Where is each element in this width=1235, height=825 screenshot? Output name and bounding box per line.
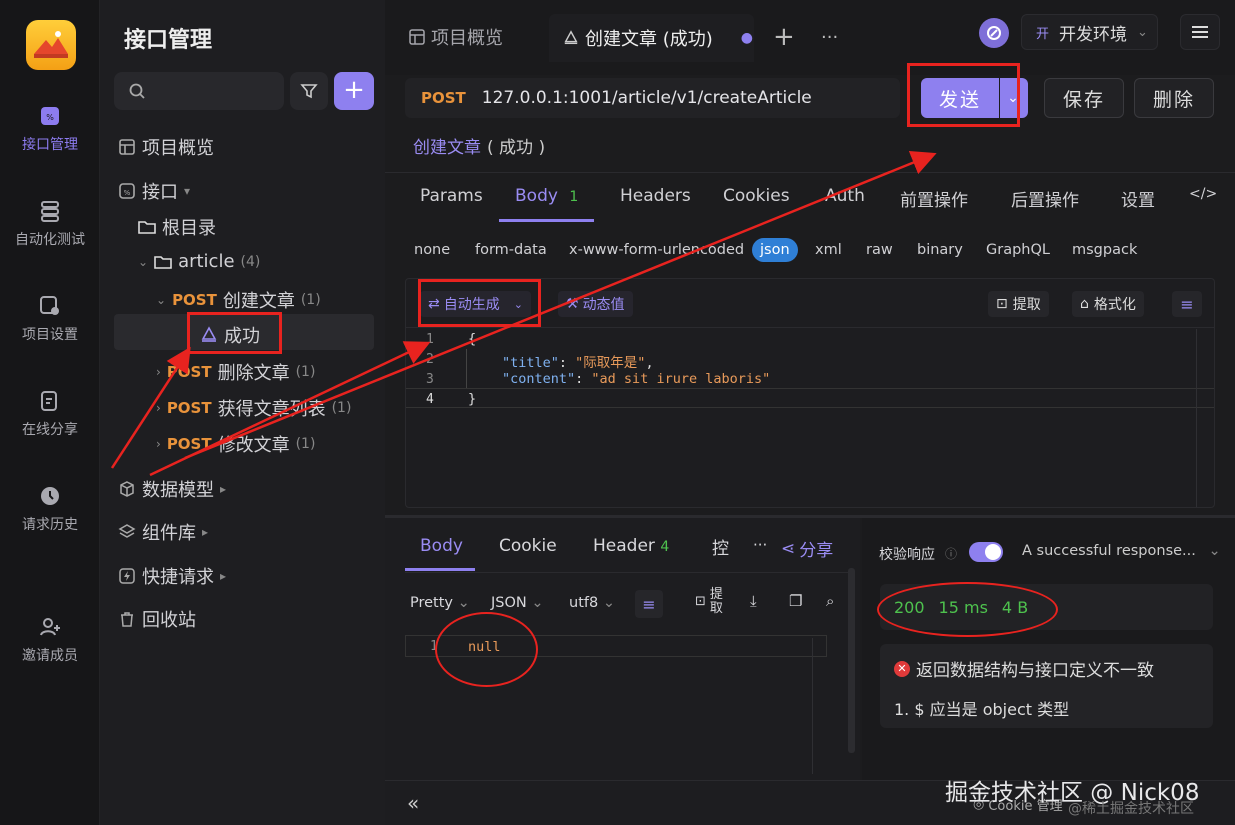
annotation-case-box [187, 312, 282, 354]
arrow-to-case [110, 346, 191, 469]
arrow-to-send [184, 150, 937, 460]
annotation-arrows [110, 150, 937, 477]
app-window: % 接口管理 自动化测试 项目设置 在线分享 请求历史 邀请成员 接口管理 + … [0, 0, 1235, 825]
